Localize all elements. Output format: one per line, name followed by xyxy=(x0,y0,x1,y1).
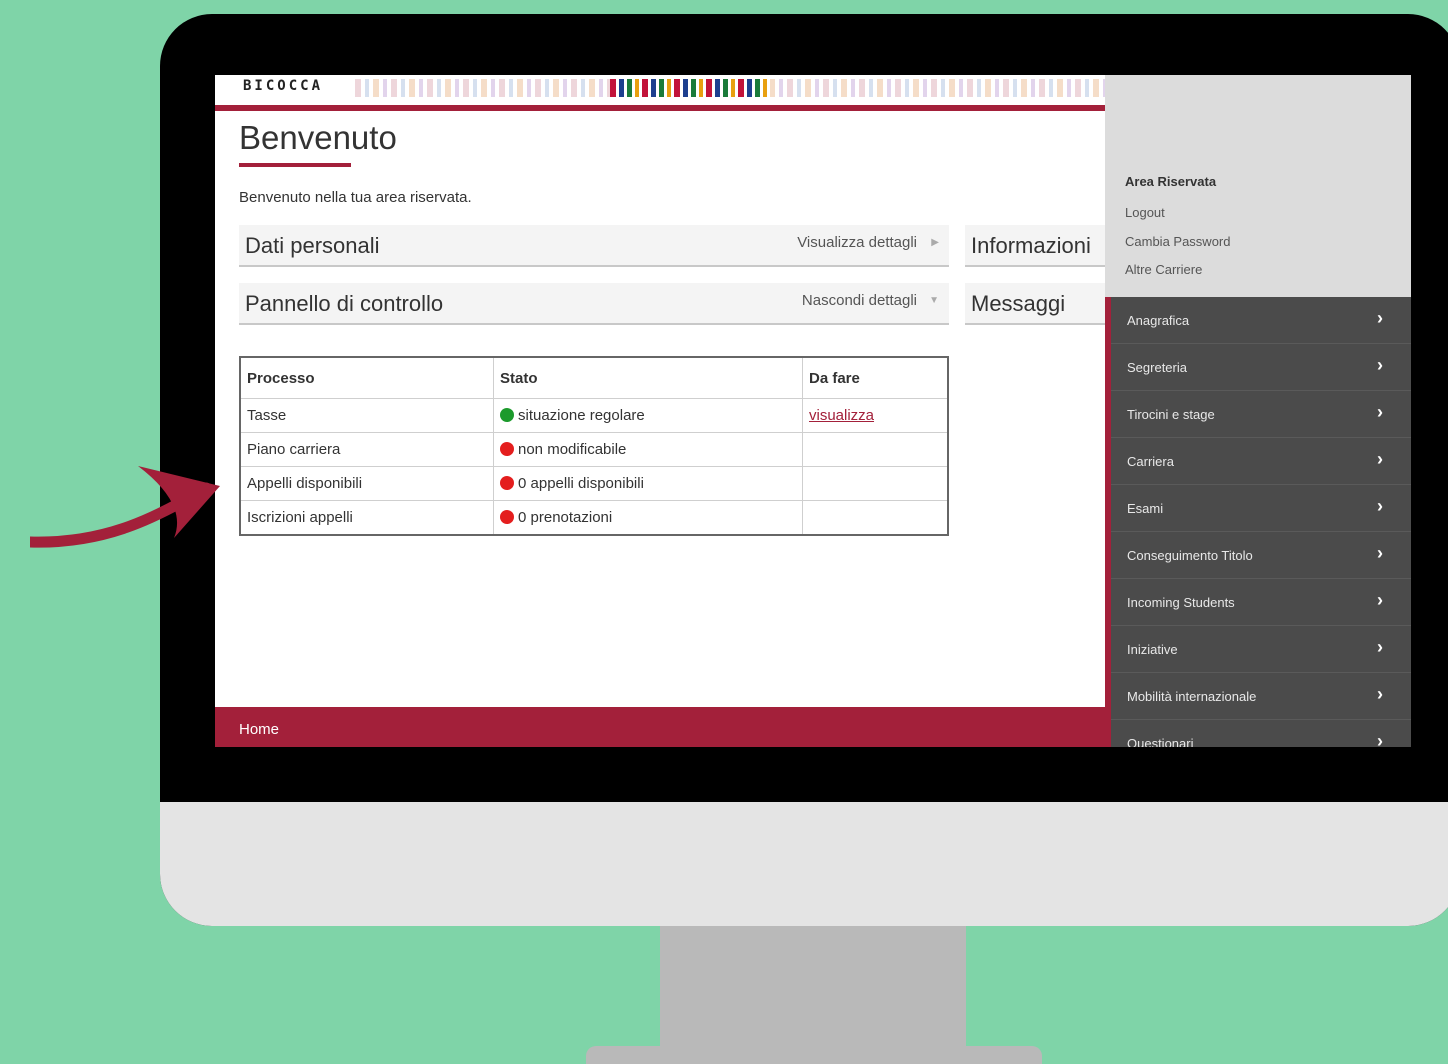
caret-right-icon[interactable]: ▶ xyxy=(931,237,939,248)
todo-cell xyxy=(802,500,949,536)
column-header: Processo xyxy=(239,356,494,399)
todo-cell xyxy=(802,466,949,501)
chevron-right-icon: › xyxy=(1377,590,1383,610)
chevron-right-icon: › xyxy=(1377,543,1383,563)
status-cell: 0 appelli disponibili xyxy=(493,466,803,501)
brand-logo[interactable]: BICOCCA xyxy=(243,78,323,94)
chevron-right-icon: › xyxy=(1377,449,1383,469)
main-content: BICOCCA Benvenuto Benvenuto nella tua ar… xyxy=(215,75,1155,747)
welcome-text: Benvenuto nella tua area riservata. xyxy=(239,189,472,206)
sidebar-item-label: Questionari xyxy=(1127,736,1194,747)
process-table: Processo Stato Da fare Tasse situazione … xyxy=(239,356,949,536)
sidebar: Area Riservata Logout Cambia Password Al… xyxy=(1105,75,1411,747)
sidebar-item-label: Iniziative xyxy=(1127,642,1178,657)
column-header: Da fare xyxy=(802,356,949,399)
sidebar-item-label: Esami xyxy=(1127,501,1164,516)
section-title: Dati personali xyxy=(245,233,380,258)
table-row: Appelli disponibili 0 appelli disponibil… xyxy=(239,466,949,501)
sidebar-item-label: Incoming Students xyxy=(1127,595,1235,610)
todo-cell xyxy=(802,432,949,467)
sidebar-item-mobilita-internazionale[interactable]: Mobilità internazionale › xyxy=(1111,673,1411,720)
sidebar-item-carriera[interactable]: Carriera › xyxy=(1111,438,1411,485)
hide-details-link[interactable]: Nascondi dettagli xyxy=(802,292,917,309)
status-dot-icon xyxy=(500,510,514,524)
table-row: Piano carriera non modificabile xyxy=(239,432,949,467)
section-dati-personali: Dati personali Visualizza dettagli ▶ xyxy=(239,225,949,267)
home-link[interactable]: Home xyxy=(239,721,279,738)
sidebar-item-segreteria[interactable]: Segreteria › xyxy=(1111,344,1411,391)
status-dot-icon xyxy=(500,442,514,456)
chevron-right-icon: › xyxy=(1377,684,1383,704)
sidebar-item-label: Anagrafica xyxy=(1127,313,1190,328)
section-pannello-controllo: Pannello di controllo Nascondi dettagli … xyxy=(239,283,949,325)
chevron-right-icon: › xyxy=(1377,355,1383,375)
status-cell: 0 prenotazioni xyxy=(493,500,803,536)
chevron-right-icon: › xyxy=(1377,402,1383,422)
chevron-right-icon: › xyxy=(1377,637,1383,657)
status-text: non modificabile xyxy=(518,441,627,458)
sidebar-item-label: Tirocini e stage xyxy=(1127,407,1215,422)
status-text: 0 appelli disponibili xyxy=(518,475,644,492)
section-messaggi[interactable]: Messaggi xyxy=(965,283,1105,325)
logout-link[interactable]: Logout xyxy=(1125,205,1165,220)
sidebar-nav: Anagrafica › Segreteria › Tirocini e stage… xyxy=(1111,297,1411,747)
chevron-right-icon: › xyxy=(1377,308,1383,328)
sidebar-item-questionari[interactable]: Questionari › xyxy=(1111,720,1411,747)
status-cell: non modificabile xyxy=(493,432,803,467)
screen: BICOCCA Benvenuto Benvenuto nella tua ar… xyxy=(215,75,1411,747)
footer-bar: Home xyxy=(215,707,1105,747)
other-careers-link[interactable]: Altre Carriere xyxy=(1125,262,1202,277)
sidebar-item-iniziative[interactable]: Iniziative › xyxy=(1111,626,1411,673)
status-dot-icon xyxy=(500,408,514,422)
sidebar-item-label: Conseguimento Titolo xyxy=(1127,548,1253,563)
section-title: Informazioni xyxy=(971,233,1091,258)
status-text: situazione regolare xyxy=(518,407,645,424)
section-title: Pannello di controllo xyxy=(245,291,444,316)
title-underline xyxy=(239,163,351,167)
monitor-stand xyxy=(660,926,966,1064)
status-cell: situazione regolare xyxy=(493,398,803,433)
status-dot-icon xyxy=(500,476,514,490)
process-cell: Iscrizioni appelli xyxy=(239,500,494,536)
show-details-link[interactable]: Visualizza dettagli xyxy=(797,234,917,251)
table-row: Iscrizioni appelli 0 prenotazioni xyxy=(239,500,949,536)
change-password-link[interactable]: Cambia Password xyxy=(1125,234,1231,249)
chevron-right-icon: › xyxy=(1377,731,1383,747)
sidebar-item-label: Carriera xyxy=(1127,454,1174,469)
process-cell: Tasse xyxy=(239,398,494,433)
monitor-stand-base xyxy=(586,1046,1042,1064)
sidebar-item-tirocini[interactable]: Tirocini e stage › xyxy=(1111,391,1411,438)
process-cell: Appelli disponibili xyxy=(239,466,494,501)
arrow-icon xyxy=(30,466,220,548)
decorative-stripe-accent xyxy=(610,79,770,97)
page-title: Benvenuto xyxy=(239,119,397,156)
chevron-right-icon: › xyxy=(1377,496,1383,516)
table-header-row: Processo Stato Da fare xyxy=(239,356,949,399)
status-text: 0 prenotazioni xyxy=(518,509,613,526)
sidebar-item-label: Segreteria xyxy=(1127,360,1187,375)
sidebar-item-label: Mobilità internazionale xyxy=(1127,689,1257,704)
view-link[interactable]: visualizza xyxy=(809,407,874,424)
sidebar-item-conseguimento-titolo[interactable]: Conseguimento Titolo › xyxy=(1111,532,1411,579)
monitor-chin xyxy=(160,802,1448,926)
reserved-area-box: Area Riservata Logout Cambia Password Al… xyxy=(1105,75,1411,297)
process-cell: Piano carriera xyxy=(239,432,494,467)
table-row: Tasse situazione regolare visualizza xyxy=(239,398,949,433)
sidebar-item-anagrafica[interactable]: Anagrafica › xyxy=(1111,297,1411,344)
sidebar-item-incoming-students[interactable]: Incoming Students › xyxy=(1111,579,1411,626)
section-title: Messaggi xyxy=(971,291,1066,316)
caret-down-icon[interactable]: ▼ xyxy=(929,295,939,306)
sidebar-item-esami[interactable]: Esami › xyxy=(1111,485,1411,532)
todo-cell: visualizza xyxy=(802,398,949,433)
header-banner: BICOCCA xyxy=(215,75,1155,111)
reserved-area-title: Area Riservata xyxy=(1125,174,1217,189)
section-informazioni[interactable]: Informazioni xyxy=(965,225,1105,267)
column-header: Stato xyxy=(493,356,803,399)
